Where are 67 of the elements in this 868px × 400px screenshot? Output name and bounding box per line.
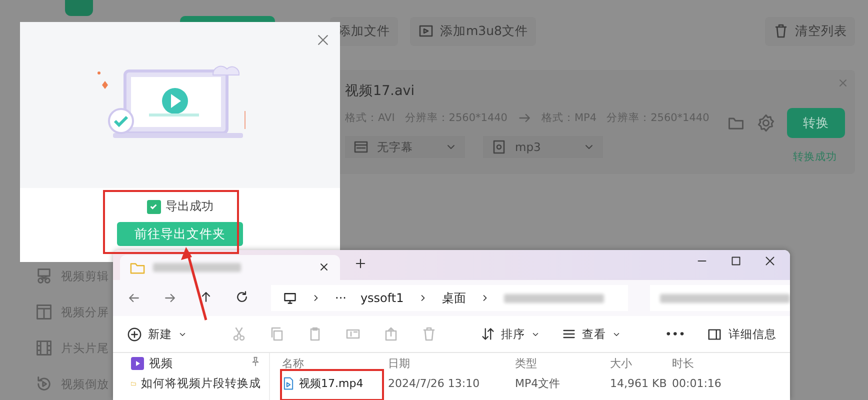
nav-item[interactable]: 视频 bbox=[131, 353, 269, 373]
plus-icon bbox=[354, 257, 367, 270]
subtitle-icon bbox=[353, 139, 369, 155]
back-arrow-icon bbox=[127, 291, 141, 305]
path-segment[interactable]: yssoft1 bbox=[360, 291, 404, 305]
convert-status: 转换成功 bbox=[793, 150, 838, 164]
search-field[interactable] bbox=[650, 285, 790, 311]
table-cell-text: 2024/7/26 13:10 bbox=[388, 376, 481, 390]
trash-icon bbox=[421, 326, 437, 342]
clear-list-button[interactable]: 清空列表 bbox=[765, 16, 855, 46]
checkbox[interactable] bbox=[146, 200, 160, 214]
refresh-icon bbox=[235, 290, 249, 304]
checkmark-icon bbox=[149, 202, 158, 211]
up-arrow-icon bbox=[199, 290, 213, 304]
column-header[interactable]: 时长 bbox=[672, 356, 742, 370]
folder-icon bbox=[130, 260, 145, 275]
video-icon bbox=[418, 23, 434, 39]
list-icon bbox=[562, 327, 576, 341]
trash-icon bbox=[773, 23, 789, 39]
convert-button[interactable]: 转换 bbox=[787, 108, 845, 138]
details-button[interactable]: 详细信息 bbox=[707, 326, 790, 342]
video-folder-icon bbox=[131, 356, 144, 370]
path-segment[interactable]: 桌面 bbox=[442, 290, 466, 306]
close-icon bbox=[318, 261, 330, 273]
settings-icon bbox=[757, 114, 775, 132]
table-cell-text: 00:01:16 bbox=[672, 376, 722, 390]
copy-icon bbox=[269, 326, 285, 342]
table-cell-text: MP4文件 bbox=[515, 376, 562, 390]
app-logo-icon bbox=[65, 0, 93, 16]
audio-dropdown[interactable]: mp3 bbox=[483, 136, 603, 158]
split-screen-icon bbox=[35, 303, 53, 321]
close-icon bbox=[316, 33, 330, 47]
film-icon bbox=[35, 339, 53, 357]
video-file-icon bbox=[282, 376, 295, 390]
more-button[interactable]: ••• bbox=[665, 327, 686, 341]
nav-label: 视频 bbox=[149, 356, 173, 370]
details-pane-icon bbox=[707, 326, 722, 342]
view-button[interactable]: 查看 bbox=[562, 326, 621, 342]
column-header[interactable]: 大小 bbox=[610, 356, 672, 370]
open-folder-button[interactable]: 前往导出文件夹 bbox=[117, 222, 243, 246]
nav-label: 如何将视频片段转换成 bbox=[141, 376, 261, 390]
subtitle-dropdown[interactable]: 无字幕 bbox=[345, 136, 465, 158]
explorer-tab[interactable] bbox=[120, 255, 340, 280]
pin-icon bbox=[250, 356, 261, 367]
add-m3u8-button[interactable]: 添加m3u8文件 bbox=[410, 16, 536, 46]
file-name-cell[interactable]: 视频17.mp4 bbox=[282, 376, 388, 390]
right-arrow-icon bbox=[518, 111, 532, 125]
sort-icon bbox=[481, 327, 495, 341]
column-header[interactable]: 日期 bbox=[388, 356, 515, 370]
column-header[interactable]: 名称 bbox=[282, 356, 388, 370]
forward-arrow-icon bbox=[163, 291, 177, 305]
column-header[interactable]: 类型 bbox=[515, 356, 610, 370]
sort-button[interactable]: 排序 bbox=[481, 326, 540, 342]
audio-file-icon bbox=[491, 139, 507, 155]
address-bar[interactable]: ··· yssoft1 桌面 bbox=[271, 285, 628, 311]
table-cell-text: 14,961 KB bbox=[610, 376, 668, 390]
maximize-icon bbox=[730, 255, 742, 267]
file-name: 视频17.avi bbox=[345, 82, 416, 100]
rewind-icon bbox=[35, 375, 53, 393]
new-button[interactable]: 新建 bbox=[127, 326, 187, 342]
close-icon bbox=[837, 77, 849, 89]
nav-item[interactable]: 如何将视频片段转换成 bbox=[131, 373, 269, 393]
path-overflow[interactable]: ··· bbox=[335, 291, 346, 305]
share-icon bbox=[383, 326, 399, 342]
close-icon bbox=[764, 255, 776, 267]
export-status: 导出成功 bbox=[166, 198, 214, 215]
monitor-icon bbox=[283, 291, 297, 305]
